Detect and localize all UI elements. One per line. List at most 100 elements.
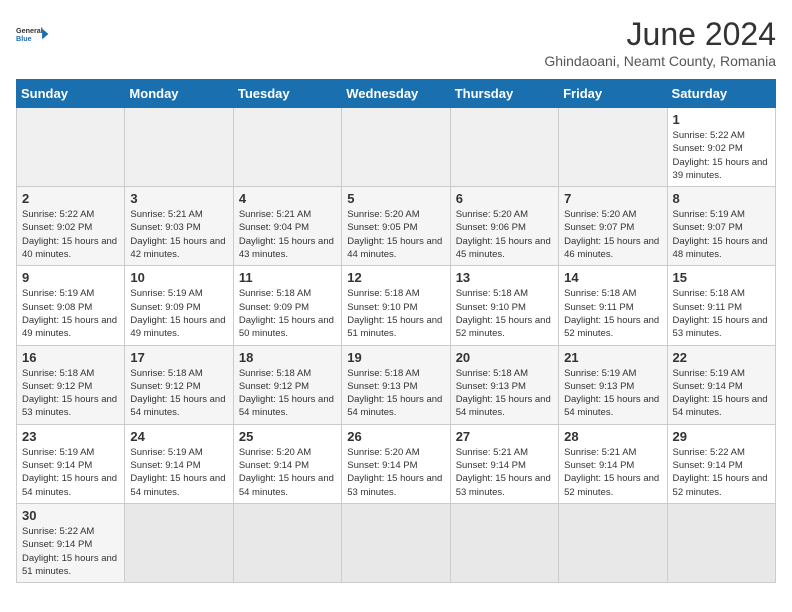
day-number: 24 — [130, 429, 227, 444]
table-row: 4 Sunrise: 5:21 AMSunset: 9:04 PMDaylight… — [233, 187, 341, 266]
day-number: 25 — [239, 429, 336, 444]
day-info: Sunrise: 5:19 AMSunset: 9:09 PMDaylight:… — [130, 287, 227, 340]
table-row: 19Sunrise: 5:18 AMSunset: 9:13 PMDayligh… — [342, 345, 450, 424]
day-number: 12 — [347, 270, 444, 285]
table-row — [450, 503, 558, 582]
day-info: Sunrise: 5:18 AMSunset: 9:11 PMDaylight:… — [564, 287, 661, 340]
table-row: 29 Sunrise: 5:22 AMSunset: 9:14 PMDayligh… — [667, 424, 775, 503]
table-row: 5Sunrise: 5:20 AMSunset: 9:05 PMDaylight… — [342, 187, 450, 266]
calendar-week-3: 9Sunrise: 5:19 AMSunset: 9:08 PMDaylight… — [17, 266, 776, 345]
day-number: 27 — [456, 429, 553, 444]
table-row: 7Sunrise: 5:20 AMSunset: 9:07 PMDaylight… — [559, 187, 667, 266]
day-info: Sunrise: 5:19 AMSunset: 9:08 PMDaylight:… — [22, 287, 119, 340]
table-row — [125, 503, 233, 582]
table-row: 28 Sunrise: 5:21 AMSunset: 9:14 PMDayligh… — [559, 424, 667, 503]
table-row: 14 Sunrise: 5:18 AMSunset: 9:11 PMDayligh… — [559, 266, 667, 345]
day-number: 2 — [22, 191, 119, 206]
title-block: June 2024 Ghindaoani, Neamt County, Roma… — [544, 16, 776, 69]
table-row — [17, 108, 125, 187]
logo: GeneralBlue — [16, 16, 52, 52]
day-info: Sunrise: 5:20 AMSunset: 9:06 PMDaylight:… — [456, 208, 553, 261]
month-title: June 2024 — [544, 16, 776, 53]
day-info: Sunrise: 5:19 AMSunset: 9:07 PMDaylight:… — [673, 208, 770, 261]
header-friday: Friday — [559, 80, 667, 108]
table-row: 26Sunrise: 5:20 AMSunset: 9:14 PMDayligh… — [342, 424, 450, 503]
day-number: 15 — [673, 270, 770, 285]
table-row: 9Sunrise: 5:19 AMSunset: 9:08 PMDaylight… — [17, 266, 125, 345]
calendar-week-4: 16 Sunrise: 5:18 AMSunset: 9:12 PMDayligh… — [17, 345, 776, 424]
day-info: Sunrise: 5:22 AMSunset: 9:02 PMDaylight:… — [673, 129, 770, 182]
table-row — [667, 503, 775, 582]
location-subtitle: Ghindaoani, Neamt County, Romania — [544, 53, 776, 69]
day-number: 14 — [564, 270, 661, 285]
day-info: Sunrise: 5:19 AMSunset: 9:14 PMDaylight:… — [130, 446, 227, 499]
table-row: 6 Sunrise: 5:20 AMSunset: 9:06 PMDaylight… — [450, 187, 558, 266]
day-info: Sunrise: 5:20 AMSunset: 9:05 PMDaylight:… — [347, 208, 444, 261]
header-tuesday: Tuesday — [233, 80, 341, 108]
header-thursday: Thursday — [450, 80, 558, 108]
day-info: Sunrise: 5:19 AMSunset: 9:14 PMDaylight:… — [22, 446, 119, 499]
table-row — [559, 108, 667, 187]
calendar-header-row: Sunday Monday Tuesday Wednesday Thursday… — [17, 80, 776, 108]
table-row: 21 Sunrise: 5:19 AMSunset: 9:13 PMDayligh… — [559, 345, 667, 424]
day-number: 13 — [456, 270, 553, 285]
day-number: 6 — [456, 191, 553, 206]
day-info: Sunrise: 5:18 AMSunset: 9:10 PMDaylight:… — [456, 287, 553, 340]
table-row — [450, 108, 558, 187]
table-row: 12 Sunrise: 5:18 AMSunset: 9:10 PMDayligh… — [342, 266, 450, 345]
table-row: 8 Sunrise: 5:19 AMSunset: 9:07 PMDaylight… — [667, 187, 775, 266]
table-row — [342, 503, 450, 582]
day-number: 30 — [22, 508, 119, 523]
day-number: 4 — [239, 191, 336, 206]
day-info: Sunrise: 5:20 AMSunset: 9:07 PMDaylight:… — [564, 208, 661, 261]
header-saturday: Saturday — [667, 80, 775, 108]
day-info: Sunrise: 5:21 AMSunset: 9:03 PMDaylight:… — [130, 208, 227, 261]
day-info: Sunrise: 5:21 AMSunset: 9:04 PMDaylight:… — [239, 208, 336, 261]
table-row — [233, 503, 341, 582]
table-row — [233, 108, 341, 187]
table-row — [125, 108, 233, 187]
day-number: 3 — [130, 191, 227, 206]
day-number: 26 — [347, 429, 444, 444]
day-info: Sunrise: 5:21 AMSunset: 9:14 PMDaylight:… — [456, 446, 553, 499]
table-row: 20Sunrise: 5:18 AMSunset: 9:13 PMDayligh… — [450, 345, 558, 424]
day-info: Sunrise: 5:18 AMSunset: 9:12 PMDaylight:… — [130, 367, 227, 420]
day-info: Sunrise: 5:22 AMSunset: 9:14 PMDaylight:… — [673, 446, 770, 499]
day-info: Sunrise: 5:18 AMSunset: 9:12 PMDaylight:… — [22, 367, 119, 420]
day-info: Sunrise: 5:18 AMSunset: 9:13 PMDaylight:… — [347, 367, 444, 420]
table-row — [342, 108, 450, 187]
table-row: 25Sunrise: 5:20 AMSunset: 9:14 PMDayligh… — [233, 424, 341, 503]
table-row: 1Sunrise: 5:22 AMSunset: 9:02 PMDaylight… — [667, 108, 775, 187]
table-row: 11 Sunrise: 5:18 AMSunset: 9:09 PMDayligh… — [233, 266, 341, 345]
day-info: Sunrise: 5:19 AMSunset: 9:13 PMDaylight:… — [564, 367, 661, 420]
header-monday: Monday — [125, 80, 233, 108]
day-number: 21 — [564, 350, 661, 365]
day-info: Sunrise: 5:21 AMSunset: 9:14 PMDaylight:… — [564, 446, 661, 499]
day-number: 18 — [239, 350, 336, 365]
table-row: 3 Sunrise: 5:21 AMSunset: 9:03 PMDaylight… — [125, 187, 233, 266]
day-number: 8 — [673, 191, 770, 206]
calendar-week-1: 1Sunrise: 5:22 AMSunset: 9:02 PMDaylight… — [17, 108, 776, 187]
logo-icon: GeneralBlue — [16, 16, 52, 52]
table-row: 30Sunrise: 5:22 AMSunset: 9:14 PMDayligh… — [17, 503, 125, 582]
calendar-week-2: 2Sunrise: 5:22 AMSunset: 9:02 PMDaylight… — [17, 187, 776, 266]
day-info: Sunrise: 5:18 AMSunset: 9:09 PMDaylight:… — [239, 287, 336, 340]
page-header: GeneralBlue June 2024 Ghindaoani, Neamt … — [16, 16, 776, 69]
svg-text:Blue: Blue — [16, 34, 32, 43]
day-number: 11 — [239, 270, 336, 285]
svg-text:General: General — [16, 26, 43, 35]
day-info: Sunrise: 5:18 AMSunset: 9:10 PMDaylight:… — [347, 287, 444, 340]
table-row: 13 Sunrise: 5:18 AMSunset: 9:10 PMDayligh… — [450, 266, 558, 345]
table-row: 22Sunrise: 5:19 AMSunset: 9:14 PMDayligh… — [667, 345, 775, 424]
header-wednesday: Wednesday — [342, 80, 450, 108]
table-row — [559, 503, 667, 582]
calendar-week-5: 23Sunrise: 5:19 AMSunset: 9:14 PMDayligh… — [17, 424, 776, 503]
day-number: 16 — [22, 350, 119, 365]
day-number: 28 — [564, 429, 661, 444]
table-row: 10Sunrise: 5:19 AMSunset: 9:09 PMDayligh… — [125, 266, 233, 345]
table-row: 18 Sunrise: 5:18 AMSunset: 9:12 PMDayligh… — [233, 345, 341, 424]
day-info: Sunrise: 5:18 AMSunset: 9:11 PMDaylight:… — [673, 287, 770, 340]
day-info: Sunrise: 5:18 AMSunset: 9:12 PMDaylight:… — [239, 367, 336, 420]
day-number: 29 — [673, 429, 770, 444]
table-row: 23Sunrise: 5:19 AMSunset: 9:14 PMDayligh… — [17, 424, 125, 503]
